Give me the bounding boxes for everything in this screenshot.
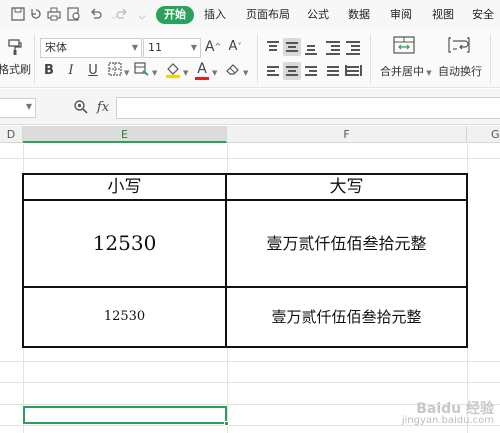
align-left-icon[interactable] — [264, 62, 282, 80]
column-header-d[interactable]: D — [0, 126, 23, 143]
cell-style-icon[interactable] — [133, 62, 151, 80]
menu-bar: ⌵ ⌵ 开始 插入 页面布局 公式 数据 审阅 视图 安全 — [0, 0, 500, 30]
tab-security[interactable]: 安全 — [472, 6, 494, 24]
distributed-align-icon[interactable] — [344, 62, 362, 80]
increase-indent-icon[interactable] — [344, 38, 362, 56]
worksheet-grid[interactable]: 小写 大写 12530 壹万贰仟伍佰叁拾元整 12530 壹万贰仟伍佰叁拾元整 … — [0, 144, 500, 433]
insert-function-button[interactable]: fx — [94, 99, 112, 117]
tab-page-layout[interactable]: 页面布局 — [246, 6, 290, 24]
tab-formulas[interactable]: 公式 — [307, 6, 329, 24]
watermark: Baidu 经验 jingyan.baidu.com — [401, 401, 494, 426]
column-header-e[interactable]: E — [23, 126, 227, 143]
save-icon[interactable] — [10, 7, 26, 23]
header-cell-lower[interactable]: 小写 — [24, 175, 225, 199]
font-color-swatch — [195, 77, 209, 80]
shrink-font-button[interactable]: A˅ — [226, 38, 244, 56]
formula-input[interactable] — [116, 97, 500, 119]
format-painter-label[interactable]: 格式刷 — [0, 62, 31, 78]
merge-center-button[interactable]: 合并居中 ▼ — [380, 64, 432, 81]
cell-upper-row2[interactable]: 壹万贰仟伍佰叁拾元整 — [227, 288, 466, 346]
chevron-down-icon: ▼ — [424, 69, 432, 77]
cell-lower-row1[interactable]: 12530 — [24, 201, 225, 286]
header-cell-upper[interactable]: 大写 — [227, 175, 466, 199]
font-color-icon[interactable]: A — [193, 60, 211, 80]
cell-lower-row2[interactable]: 12530 — [24, 288, 225, 346]
chevron-down-icon[interactable]: ▼ — [124, 69, 129, 77]
merge-center-icon[interactable] — [392, 36, 416, 58]
active-cell-selection[interactable] — [23, 406, 229, 426]
chevron-down-icon[interactable]: ▼ — [212, 69, 217, 77]
font-name-select[interactable]: 宋体 ▼ — [40, 38, 142, 58]
font-name-value: 宋体 — [45, 41, 67, 54]
dropdown-icon[interactable]: ⌵ — [134, 7, 150, 23]
ribbon: 格式刷 宋体 ▼ 11 ▼ A^ A˅ B I U ▼ ▼ ▼ A ▼ ▼ 合并… — [0, 30, 500, 88]
font-size-select[interactable]: 11 ▼ — [143, 38, 201, 58]
chevron-down-icon: ▼ — [131, 43, 138, 52]
font-size-value: 11 — [148, 41, 162, 54]
column-header-f[interactable]: F — [227, 126, 467, 143]
ribbon-divider — [34, 34, 35, 84]
italic-button[interactable]: I — [62, 62, 80, 80]
caret-up-icon: ^ — [214, 42, 222, 51]
wrap-text-button[interactable]: 自动换行 — [438, 64, 482, 80]
cell-upper-row1[interactable]: 壹万贰仟伍佰叁拾元整 — [227, 201, 466, 286]
tab-review[interactable]: 审阅 — [390, 6, 412, 24]
tab-insert[interactable]: 插入 — [204, 6, 226, 24]
chevron-down-icon: ▼ — [190, 43, 197, 52]
align-bottom-icon[interactable] — [302, 38, 320, 56]
tab-view[interactable]: 视图 — [432, 6, 454, 24]
undo-icon[interactable] — [88, 7, 104, 23]
zoom-icon[interactable] — [72, 99, 90, 117]
tab-home[interactable]: 开始 — [156, 6, 194, 24]
bold-button[interactable]: B — [40, 62, 58, 80]
fill-color-icon[interactable] — [164, 62, 182, 80]
grow-font-button[interactable]: A^ — [204, 38, 222, 56]
border-icon[interactable] — [106, 62, 124, 80]
merge-center-label: 合并居中 — [380, 65, 424, 78]
align-center-icon[interactable] — [283, 62, 301, 80]
underline-button[interactable]: U — [84, 62, 102, 80]
caret-down-icon: ˅ — [237, 42, 242, 51]
chevron-down-icon[interactable]: ▼ — [243, 69, 248, 77]
column-header: D E F G — [0, 126, 500, 143]
justify-icon[interactable] — [324, 62, 342, 80]
decrease-indent-icon[interactable] — [324, 38, 342, 56]
chevron-down-icon: ▼ — [25, 102, 32, 111]
redo-icon[interactable] — [114, 7, 130, 23]
row-gridline — [0, 382, 500, 383]
align-middle-icon[interactable] — [283, 38, 301, 56]
ribbon-divider — [370, 34, 371, 84]
tab-data[interactable]: 数据 — [348, 6, 370, 24]
print-preview-icon[interactable] — [66, 7, 82, 23]
name-box[interactable]: ▼ — [0, 98, 36, 118]
fill-handle[interactable] — [224, 421, 229, 426]
undo-history-icon[interactable] — [28, 7, 44, 23]
print-icon[interactable] — [46, 7, 62, 23]
wrap-text-icon[interactable] — [447, 36, 471, 58]
ribbon-divider — [490, 34, 491, 84]
column-header-g[interactable]: G — [467, 126, 500, 143]
row-gridline — [0, 158, 500, 159]
eraser-icon[interactable] — [224, 62, 242, 80]
ribbon-divider — [257, 34, 258, 84]
row-gridline — [0, 361, 500, 362]
format-painter-icon[interactable] — [4, 38, 26, 60]
chevron-down-icon[interactable]: ▼ — [183, 69, 188, 77]
chevron-down-icon[interactable]: ▼ — [152, 69, 157, 77]
formula-bar: ▼ fx — [0, 89, 500, 125]
align-top-icon[interactable] — [264, 38, 282, 56]
align-right-icon[interactable] — [302, 62, 320, 80]
